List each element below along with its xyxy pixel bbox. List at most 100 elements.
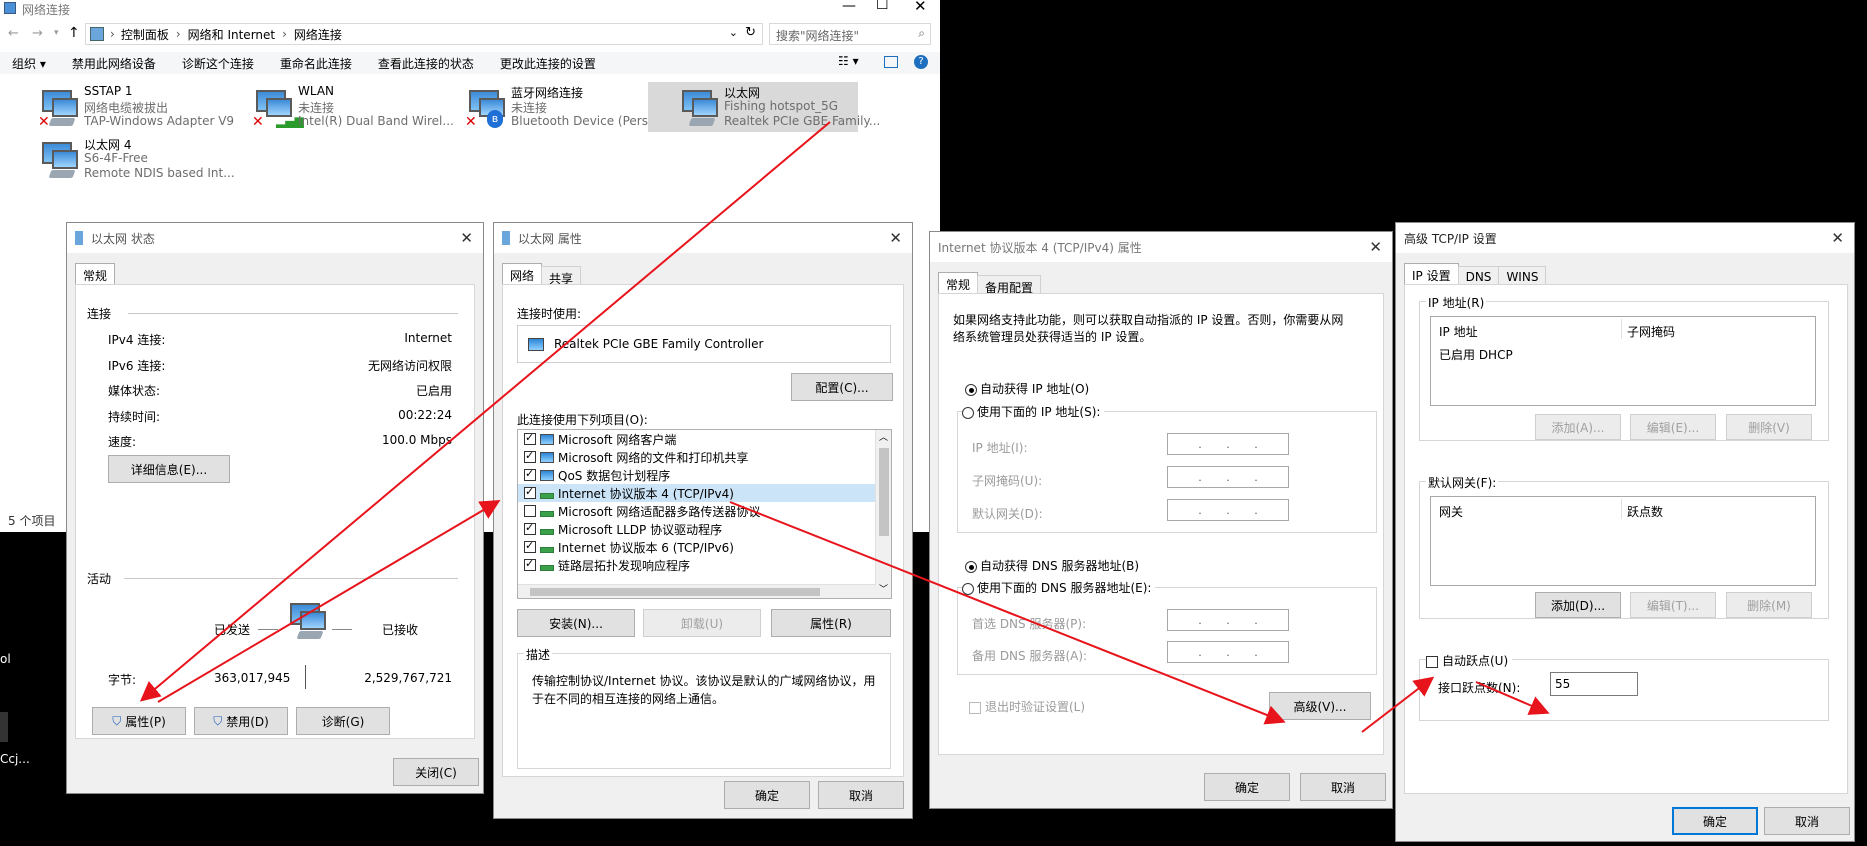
h-scrollbar[interactable] [518, 584, 876, 598]
connection-wlan[interactable]: ▂▄▆ ✕ WLAN 未连接 Intel(R) Dual Band Wirel..… [252, 84, 462, 134]
h-scroll-thumb[interactable] [530, 588, 820, 596]
search-input[interactable]: 搜索"网络连接" [776, 29, 859, 43]
list-item[interactable]: Internet 协议版本 4 (TCP/IPv4) [518, 484, 891, 502]
list-item[interactable]: Microsoft 网络的文件和打印机共享 [518, 448, 891, 466]
connection-ethernet[interactable]: 以太网 Fishing hotspot_5G Realtek PCIe GBE … [648, 82, 880, 132]
cmd-organize[interactable]: 组织 ▾ [12, 55, 46, 72]
details-button[interactable]: 详细信息(E)... [108, 455, 230, 483]
recent-dropdown-icon[interactable]: ▾ [54, 28, 59, 38]
row-label: IPv6 连接: [108, 359, 166, 373]
close-icon[interactable]: ✕ [1831, 229, 1844, 247]
item-checkbox[interactable] [524, 467, 536, 481]
edit-gateway-button[interactable]: 编辑(T)... [1630, 592, 1716, 618]
properties-button[interactable]: ⛉ 属性(P) [92, 707, 186, 735]
radio-icon [962, 582, 974, 595]
item-checkbox[interactable] [524, 557, 536, 571]
diagnose-button[interactable]: 诊断(G) [296, 707, 390, 735]
close-icon[interactable]: ✕ [889, 229, 902, 247]
item-checkbox[interactable] [524, 449, 536, 463]
list-item[interactable]: Microsoft 网络适配器多路传送器协议 [518, 502, 891, 520]
cancel-button[interactable]: 取消 [1300, 773, 1386, 801]
cancel-button[interactable]: 取消 [1764, 807, 1850, 835]
col-gateway-header[interactable]: 网关 [1439, 503, 1463, 520]
close-button[interactable]: 关闭(C) [393, 758, 479, 786]
search-icon[interactable]: ⌕ [918, 26, 925, 41]
cmd-disable-device[interactable]: 禁用此网络设备 [72, 55, 156, 72]
add-ip-button[interactable]: 添加(A)... [1535, 414, 1621, 440]
back-icon[interactable]: ← [8, 26, 19, 41]
scroll-thumb[interactable] [879, 448, 889, 536]
close-icon[interactable]: ✕ [914, 0, 927, 15]
ip-list[interactable]: IP 地址 子网掩码 已启用 DHCP [1430, 316, 1816, 406]
connection-ethernet4[interactable]: 以太网 4 S6-4F-Free Remote NDIS based Int..… [38, 136, 248, 186]
cmd-diagnose[interactable]: 诊断这个连接 [182, 55, 254, 72]
preview-pane-icon[interactable] [884, 56, 898, 68]
ok-button[interactable]: 确定 [724, 781, 810, 809]
ethernet-small-icon [75, 231, 83, 245]
item-checkbox[interactable] [524, 485, 536, 499]
maximize-icon[interactable]: ☐ [876, 0, 889, 13]
uninstall-button[interactable]: 卸载(U) [643, 609, 761, 637]
gateway-list[interactable]: 网关 跃点数 [1430, 496, 1816, 586]
list-item[interactable]: Internet 协议版本 6 (TCP/IPv6) [518, 538, 891, 556]
cmd-view-status[interactable]: 查看此连接的状态 [378, 55, 474, 72]
item-checkbox[interactable] [524, 431, 536, 445]
breadcrumb-network-internet[interactable]: 网络和 Internet [188, 26, 275, 43]
install-button[interactable]: 安装(N)... [517, 609, 635, 637]
ok-button[interactable]: 确定 [1204, 773, 1290, 801]
mask-field[interactable]: ... [1167, 466, 1289, 488]
scroll-up-icon[interactable]: ︿ [879, 430, 888, 443]
connection-bluetooth[interactable]: ʙ ✕ 蓝牙网络连接 未连接 Bluetooth Device (Perso... [465, 84, 675, 134]
col-ip-header[interactable]: IP 地址 [1439, 323, 1478, 340]
close-icon[interactable]: ✕ [1369, 238, 1382, 256]
item-properties-button[interactable]: 属性(R) [771, 609, 891, 637]
ip-field[interactable]: ... [1167, 433, 1289, 455]
minimize-icon[interactable]: — [842, 0, 856, 14]
breadcrumb-control-panel[interactable]: 控制面板 [121, 26, 169, 43]
list-item[interactable]: Microsoft LLDP 协议驱动程序 [518, 520, 891, 538]
item-checkbox[interactable] [524, 539, 536, 553]
view-options-icon[interactable]: ☷ ▾ [838, 54, 859, 68]
remove-ip-button[interactable]: 删除(V) [1726, 414, 1812, 440]
remove-gateway-button[interactable]: 删除(M) [1726, 592, 1812, 618]
dhcp-row[interactable]: 已启用 DHCP [1439, 346, 1513, 363]
auto-ip-radio[interactable]: 自动获得 IP 地址(O) [965, 380, 1089, 397]
item-checkbox[interactable] [524, 521, 536, 535]
gateway-field[interactable]: ... [1167, 499, 1289, 521]
list-item[interactable]: Microsoft 网络客户端 [518, 430, 891, 448]
col-mask-header[interactable]: 子网掩码 [1627, 323, 1675, 340]
forward-icon[interactable]: → [32, 26, 43, 41]
metric-input[interactable]: 55 [1550, 672, 1638, 696]
up-icon[interactable]: ↑ [68, 25, 80, 41]
address-bar[interactable]: › 控制面板 › 网络和 Internet › 网络连接 ⌄ ↻ [85, 23, 763, 45]
scroll-down-icon[interactable]: ﹀ [879, 582, 888, 595]
cmd-rename[interactable]: 重命名此连接 [280, 55, 352, 72]
alternate-dns-field[interactable]: ... [1167, 641, 1289, 663]
validate-checkbox[interactable]: 退出时验证设置(L) [969, 698, 1085, 715]
item-checkbox[interactable] [524, 505, 536, 517]
search-box[interactable]: 搜索"网络连接" ⌕ [769, 23, 931, 45]
cmd-change-settings[interactable]: 更改此连接的设置 [500, 55, 596, 72]
disable-button[interactable]: ⛉ 禁用(D) [194, 707, 288, 735]
advanced-button[interactable]: 高级(V)... [1269, 692, 1371, 720]
preferred-dns-field[interactable]: ... [1167, 609, 1289, 631]
refresh-icon[interactable]: ↻ [745, 25, 756, 40]
cancel-button[interactable]: 取消 [818, 781, 904, 809]
help-icon[interactable]: ? [914, 55, 928, 69]
close-icon[interactable]: ✕ [460, 229, 473, 247]
edit-ip-button[interactable]: 编辑(E)... [1630, 414, 1716, 440]
list-item[interactable]: 链路层拓扑发现响应程序 [518, 556, 891, 574]
col-metric-header[interactable]: 跃点数 [1627, 503, 1663, 520]
configure-button[interactable]: 配置(C)... [791, 373, 893, 401]
list-item[interactable]: QoS 数据包计划程序 [518, 466, 891, 484]
auto-dns-radio[interactable]: 自动获得 DNS 服务器地址(B) [965, 557, 1139, 574]
address-dropdown-icon[interactable]: ⌄ [729, 26, 738, 39]
breadcrumb-network-connections[interactable]: 网络连接 [294, 26, 342, 43]
manual-dns-radio[interactable]: 使用下面的 DNS 服务器地址(E): [962, 579, 1156, 596]
auto-metric-checkbox[interactable]: 自动跃点(U) [1426, 652, 1513, 669]
add-gateway-button[interactable]: 添加(D)... [1535, 592, 1621, 618]
manual-ip-radio[interactable]: 使用下面的 IP 地址(S): [962, 403, 1105, 420]
ok-button[interactable]: 确定 [1672, 807, 1758, 835]
list-scrollbar[interactable]: ︿ ﹀ [875, 430, 891, 598]
connection-sstap1[interactable]: ✕ SSTAP 1 网络电缆被拔出 TAP-Windows Adapter V9 [38, 84, 248, 134]
